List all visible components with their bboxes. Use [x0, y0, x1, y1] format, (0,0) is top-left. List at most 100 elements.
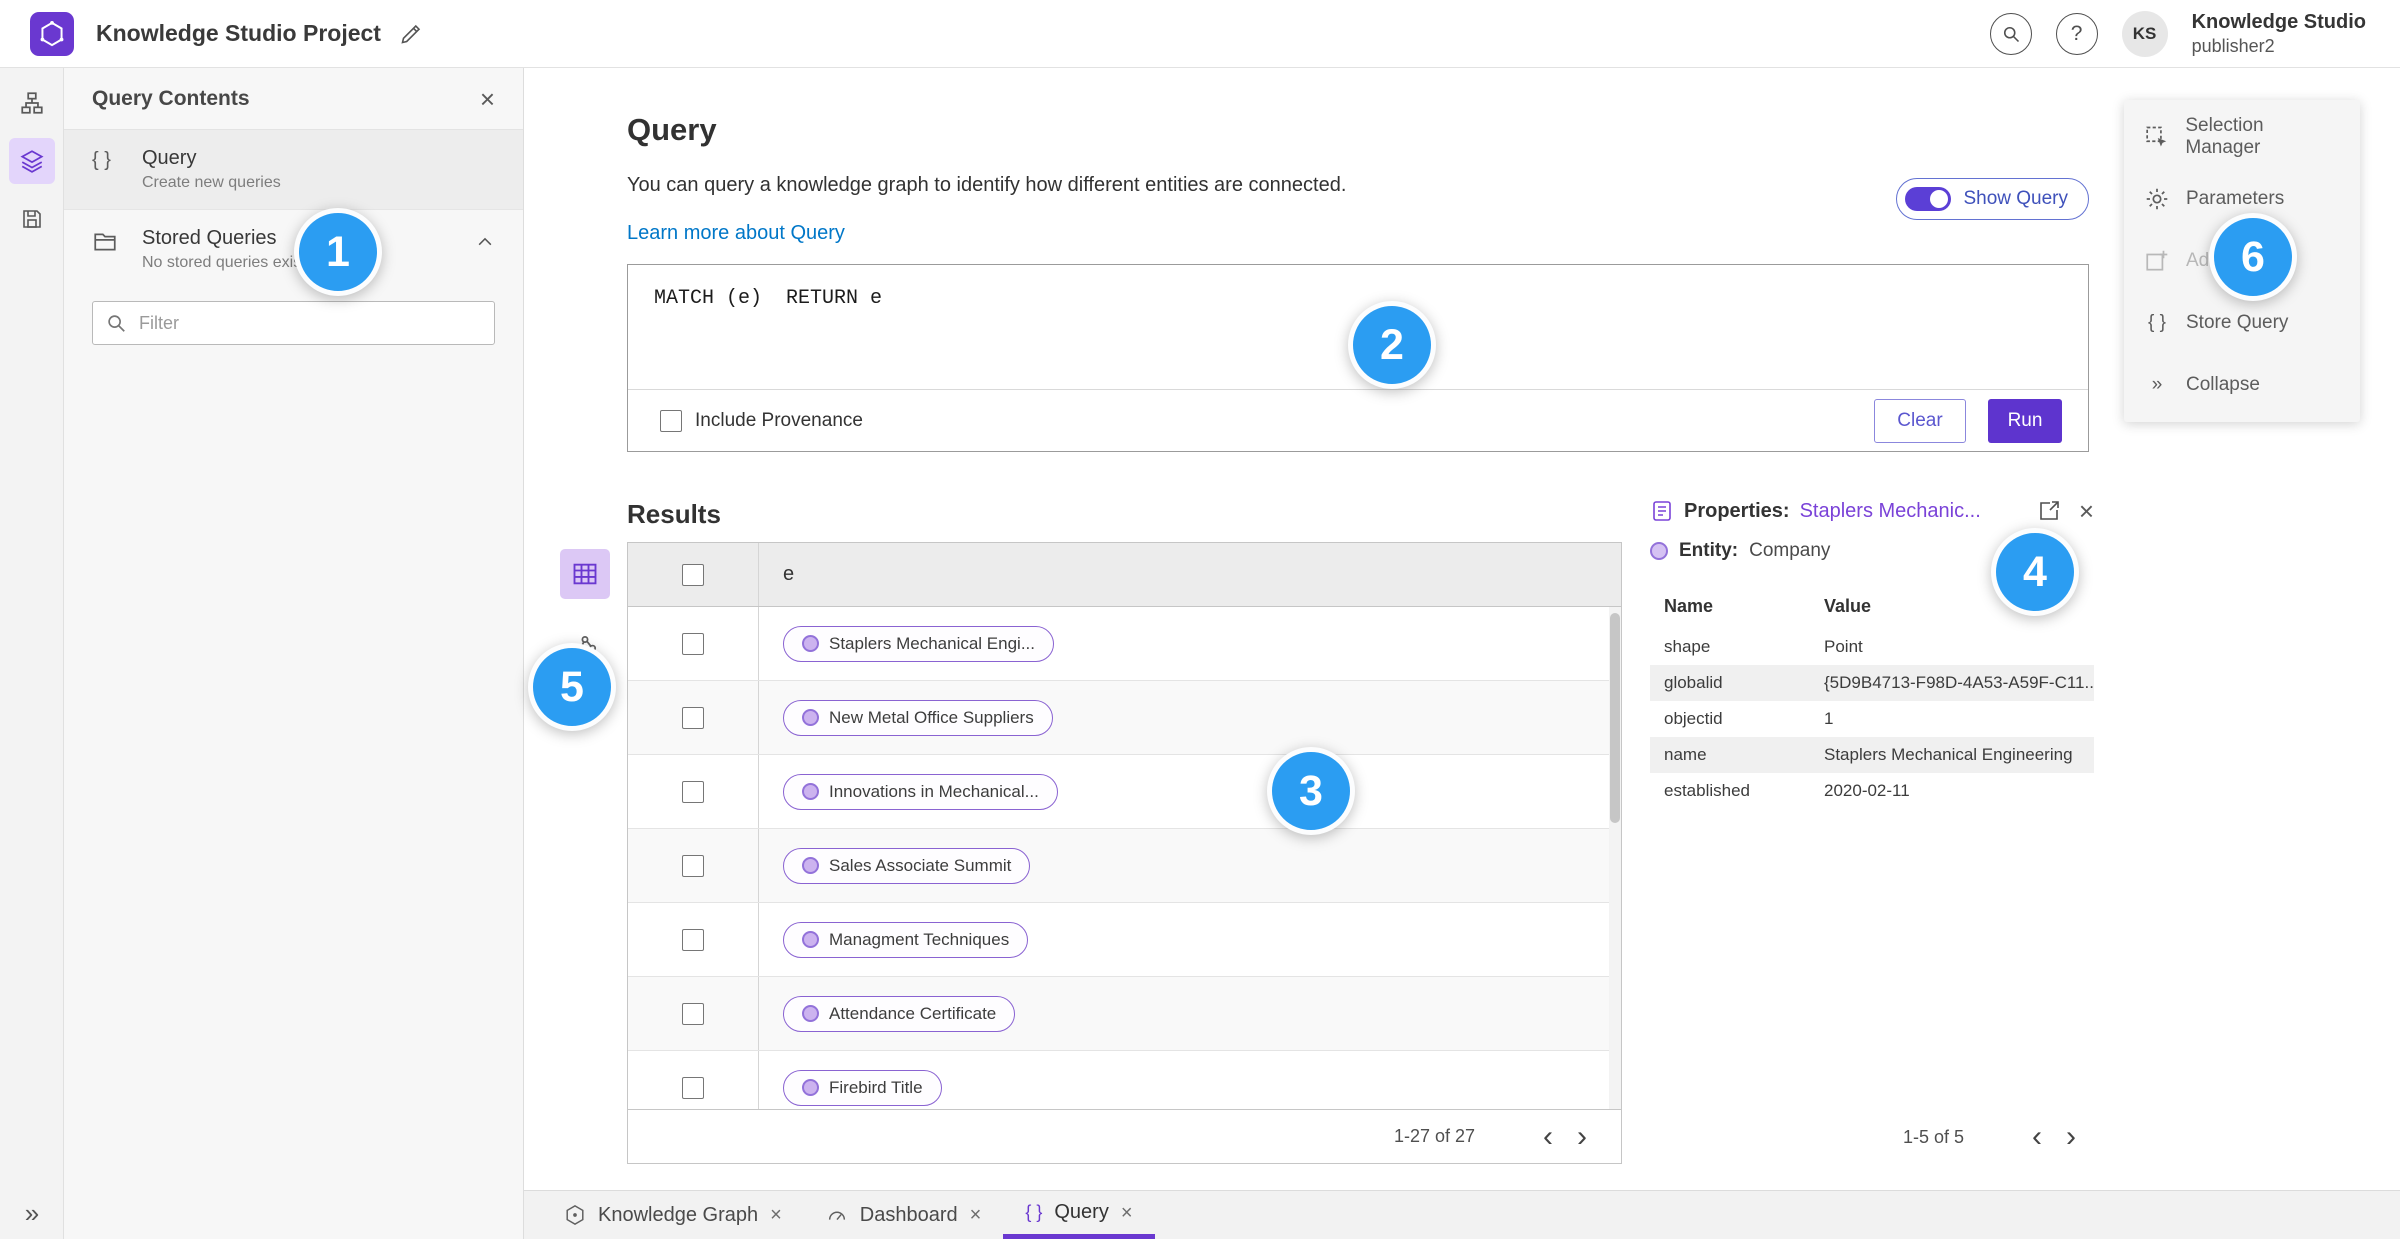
results-table-body: Staplers Mechanical Engi... New Metal Of… — [628, 607, 1621, 1109]
close-properties-button[interactable]: × — [2079, 498, 2094, 524]
annotation-badge-6: 6 — [2209, 213, 2297, 301]
entity-pill[interactable]: Staplers Mechanical Engi... — [783, 625, 1054, 662]
properties-label: Properties: — [1684, 499, 1790, 522]
results-title: Results — [627, 499, 721, 529]
properties-header: Properties: Staplers Mechanic... × — [1650, 498, 2094, 524]
results-section: Results e Staplers Mechanical Engi... Ne… — [524, 452, 2400, 1164]
save-icon — [22, 210, 41, 228]
include-provenance-option[interactable]: Include Provenance — [660, 409, 863, 432]
entity-link[interactable]: Staplers Mechanic... — [1800, 500, 1981, 523]
previous-page-button[interactable]: ‹ — [2020, 1122, 2054, 1152]
select-all-checkbox[interactable] — [682, 563, 704, 586]
entity-dot-icon — [802, 1079, 819, 1096]
add-to-selection-button[interactable] — [2037, 499, 2061, 523]
properties-pagination: 1-5 of 5 ‹ › — [1903, 1122, 2088, 1152]
chevron-up-icon — [478, 237, 492, 246]
row-checkbox[interactable] — [682, 632, 704, 655]
query-item-subtitle: Create new queries — [142, 174, 281, 191]
previous-page-button[interactable]: ‹ — [1531, 1121, 1565, 1152]
query-item-title: Query — [142, 147, 197, 169]
row-checkbox[interactable] — [682, 1076, 704, 1099]
entity-pill[interactable]: Firebird Title — [783, 1069, 942, 1106]
properties-actions: × — [2037, 498, 2094, 524]
annotation-badge-3: 3 — [1267, 747, 1355, 835]
app-logo[interactable] — [30, 11, 74, 56]
clear-button[interactable]: Clear — [1874, 398, 1966, 443]
next-page-button[interactable]: › — [1565, 1121, 1599, 1152]
expand-panel-button[interactable]: » — [0, 1198, 64, 1229]
selection-manager-icon — [2146, 126, 2167, 147]
row-checkbox[interactable] — [682, 1002, 704, 1025]
collapse-icon: » — [2151, 374, 2163, 395]
tab-dashboard[interactable]: Dashboard × — [804, 1191, 1004, 1239]
property-row: objectid 1 — [1664, 709, 1834, 728]
entity-pill[interactable]: Innovations in Mechanical... — [783, 773, 1058, 810]
hexagon-logo-icon — [40, 20, 64, 46]
close-tab-button[interactable]: × — [1121, 1203, 1133, 1223]
pagination-range: 1-5 of 5 — [1902, 1126, 1964, 1147]
table-view-button[interactable] — [560, 549, 610, 599]
table-icon — [573, 563, 597, 585]
results-table-header: e — [628, 543, 1621, 607]
close-tab-button[interactable]: × — [770, 1205, 782, 1225]
annotation-badge-2: 2 — [1348, 301, 1436, 389]
edit-title-button[interactable] — [399, 22, 423, 46]
pagination-range: 1-27 of 27 — [1393, 1126, 1475, 1146]
search-button[interactable] — [1989, 12, 2032, 55]
entity-dot-icon — [802, 857, 819, 874]
entity-pill[interactable]: New Metal Office Suppliers — [783, 699, 1053, 736]
property-row: shape Point — [1664, 637, 1863, 656]
table-row: New Metal Office Suppliers — [628, 681, 1621, 755]
layers-rail-button[interactable] — [8, 138, 55, 184]
tools-item-collapse[interactable]: » Collapse — [2124, 354, 2360, 416]
save-rail-button[interactable] — [9, 196, 55, 242]
bottom-tab-bar: Knowledge Graph × Dashboard × { } Query … — [524, 1190, 2400, 1239]
entity-type-value: Company — [1749, 540, 1831, 561]
tab-query[interactable]: { } Query × — [1003, 1191, 1155, 1239]
expand-icon: » — [24, 1198, 40, 1228]
query-section: Query You can query a knowledge graph to… — [524, 68, 2089, 452]
run-button[interactable]: Run — [1988, 398, 2062, 443]
layers-icon — [19, 150, 44, 173]
next-page-button[interactable]: › — [2054, 1122, 2088, 1152]
entity-dot-icon — [802, 1005, 819, 1022]
learn-more-link[interactable]: Learn more about Query — [627, 220, 845, 246]
tools-item-store-query[interactable]: { } Store Query — [2124, 292, 2360, 354]
properties-doc-icon — [1653, 501, 1671, 521]
row-checkbox[interactable] — [682, 780, 704, 803]
stored-queries-title: Stored Queries — [142, 227, 277, 249]
folder-icon — [92, 227, 124, 255]
close-panel-button[interactable]: × — [480, 86, 495, 112]
avatar[interactable]: KS — [2121, 10, 2168, 57]
properties-table: Name Value shape Point globalid {5D9B4713-… — [1650, 588, 2094, 809]
help-icon: ? — [2070, 21, 2083, 45]
org-chart-icon — [20, 92, 43, 114]
row-checkbox[interactable] — [682, 928, 704, 951]
add-to-selection-icon — [2040, 501, 2059, 520]
close-tab-button[interactable]: × — [970, 1205, 982, 1225]
page-title: Query — [627, 112, 717, 147]
user-info[interactable]: Knowledge Studio publisher2 — [2192, 10, 2370, 58]
data-model-rail-button[interactable] — [9, 80, 55, 126]
entity-pill[interactable]: Sales Associate Summit — [783, 847, 1031, 884]
row-checkbox[interactable] — [682, 854, 704, 877]
results-table: e Staplers Mechanical Engi... New Metal … — [627, 542, 1622, 1164]
show-query-toggle[interactable]: Show Query — [1896, 178, 2089, 220]
entity-pill[interactable]: Managment Techniques — [783, 921, 1029, 958]
filter-input[interactable] — [92, 301, 495, 345]
scrollbar-thumb[interactable] — [1610, 613, 1620, 823]
row-checkbox[interactable] — [682, 706, 704, 729]
provenance-checkbox[interactable] — [660, 409, 682, 432]
table-row: Managment Techniques — [628, 903, 1621, 977]
tab-knowledge-graph[interactable]: Knowledge Graph × — [542, 1191, 804, 1239]
help-button[interactable]: ? — [2055, 12, 2098, 55]
entity-pill[interactable]: Attendance Certificate — [783, 995, 1016, 1032]
query-list-item[interactable]: { } Query Create new queries — [64, 130, 523, 209]
tools-item-selection-manager[interactable]: Selection Manager — [2124, 106, 2360, 168]
gear-icon — [2146, 188, 2168, 210]
collapse-section-button[interactable] — [475, 227, 495, 253]
table-row: Firebird Title — [628, 1051, 1621, 1109]
vertical-scrollbar[interactable] — [1609, 607, 1621, 1109]
add-to-map-icon — [2146, 250, 2168, 271]
braces-icon: { } — [2148, 312, 2166, 333]
